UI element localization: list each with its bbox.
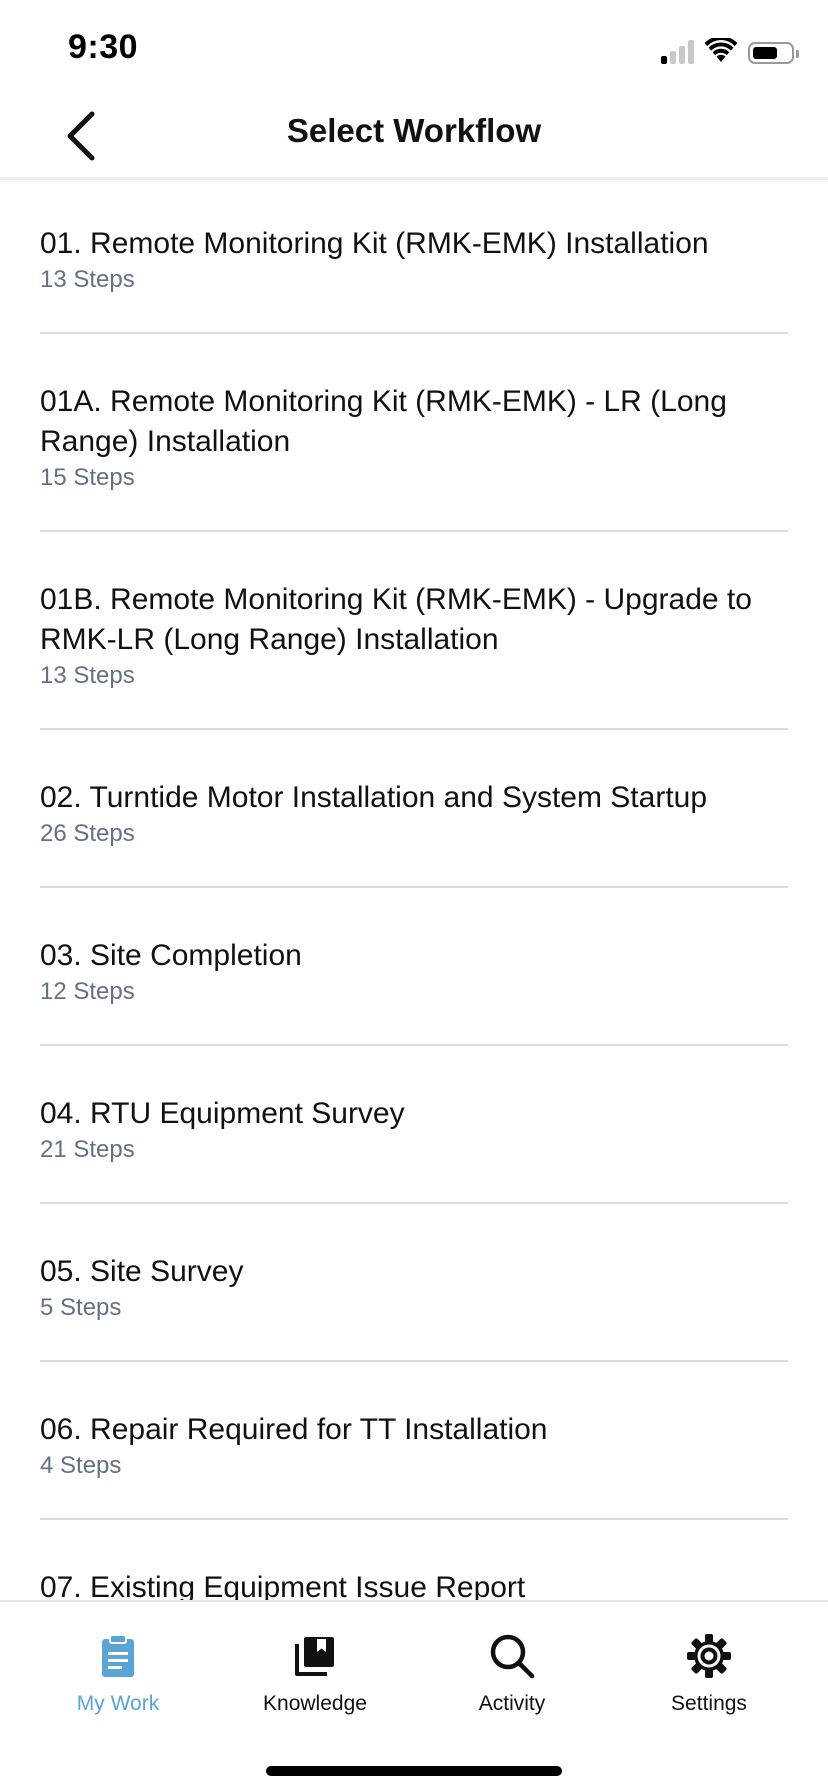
workflow-step-count: 13 Steps	[40, 662, 135, 689]
workflow-step-count: 13 Steps	[40, 266, 135, 293]
workflow-title: 05. Site Survey	[40, 1255, 244, 1288]
battery-icon	[748, 42, 799, 64]
workflow-title: 01A. Remote Monitoring Kit (RMK-EMK) - L…	[40, 385, 727, 458]
workflow-item[interactable]: 06. Repair Required for TT Installation …	[40, 1362, 788, 1520]
book-bookmark-icon	[295, 1637, 334, 1676]
tab-knowledge[interactable]: Knowledge	[217, 1632, 413, 1732]
workflow-step-count: 5 Steps	[40, 1294, 122, 1321]
status-bar: 9:30	[0, 0, 828, 96]
wifi-icon	[704, 38, 738, 62]
workflow-step-count: 21 Steps	[40, 1136, 135, 1163]
workflow-step-count: 12 Steps	[40, 978, 135, 1005]
workflow-item[interactable]: 02. Turntide Motor Installation and Syst…	[40, 730, 788, 888]
workflow-item[interactable]: 03. Site Completion 12 Steps	[40, 888, 788, 1046]
workflow-step-count: 4 Steps	[40, 1452, 122, 1479]
tab-bar: My Work Knowledge Activity Settings	[0, 1600, 828, 1792]
workflow-item[interactable]: 01A. Remote Monitoring Kit (RMK-EMK) - L…	[40, 334, 788, 532]
workflow-item[interactable]: 04. RTU Equipment Survey 21 Steps	[40, 1046, 788, 1204]
workflow-list[interactable]: 01. Remote Monitoring Kit (RMK-EMK) Inst…	[0, 180, 828, 1600]
tab-label: Activity	[478, 1692, 546, 1715]
workflow-item[interactable]: 07. Existing Equipment Issue Report	[40, 1520, 788, 1600]
status-time: 9:30	[68, 28, 139, 66]
workflow-item[interactable]: 01B. Remote Monitoring Kit (RMK-EMK) - U…	[40, 532, 788, 730]
tab-settings[interactable]: Settings	[611, 1632, 807, 1732]
workflow-item[interactable]: 05. Site Survey 5 Steps	[40, 1204, 788, 1362]
workflow-item[interactable]: 01. Remote Monitoring Kit (RMK-EMK) Inst…	[40, 180, 788, 334]
workflow-title: 04. RTU Equipment Survey	[40, 1097, 405, 1130]
screen: 9:30 Select Workflow 01. Remote Monitori…	[0, 0, 828, 1792]
status-icons	[661, 36, 799, 64]
workflow-title: 03. Site Completion	[40, 939, 302, 972]
workflow-title: 02. Turntide Motor Installation and Syst…	[40, 781, 708, 814]
workflow-step-count: 15 Steps	[40, 464, 135, 491]
workflow-title: 01. Remote Monitoring Kit (RMK-EMK) Inst…	[40, 227, 709, 260]
tab-label: Settings	[671, 1692, 747, 1715]
page-title: Select Workflow	[286, 112, 542, 149]
home-indicator[interactable]	[266, 1766, 562, 1776]
workflow-title: 06. Repair Required for TT Installation	[40, 1413, 548, 1446]
workflow-title: 01B. Remote Monitoring Kit (RMK-EMK) - U…	[40, 583, 752, 656]
workflow-step-count: 26 Steps	[40, 820, 135, 847]
cellular-signal-icon	[661, 40, 694, 64]
tab-label: My Work	[76, 1692, 160, 1715]
clipboard-icon	[102, 1634, 134, 1677]
tab-my-work[interactable]: My Work	[20, 1632, 216, 1732]
tab-activity[interactable]: Activity	[414, 1632, 610, 1732]
tab-label: Knowledge	[263, 1692, 367, 1715]
workflow-title: 07. Existing Equipment Issue Report	[40, 1571, 526, 1600]
gear-icon	[687, 1634, 731, 1678]
navigation-bar: Select Workflow	[0, 96, 828, 180]
search-icon	[490, 1634, 535, 1679]
